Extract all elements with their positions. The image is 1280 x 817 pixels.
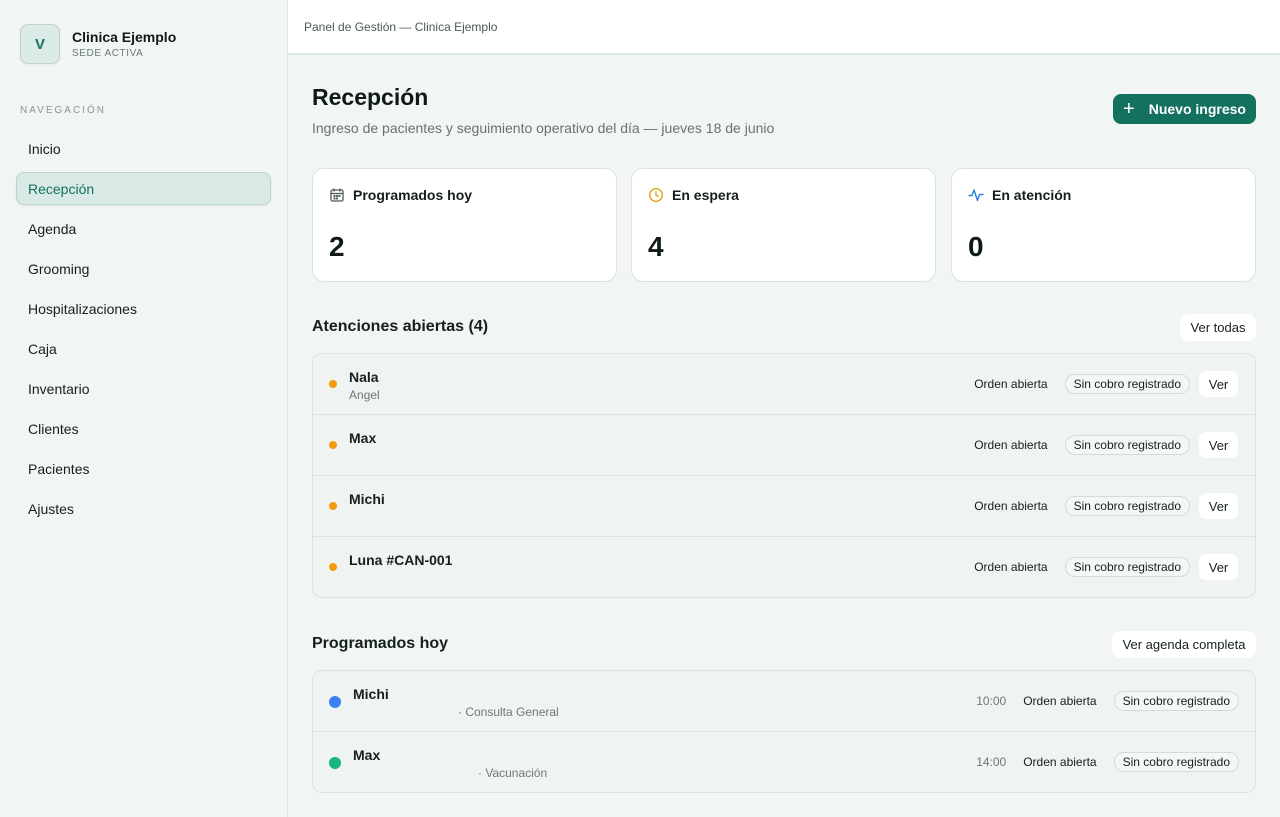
list-item[interactable]: Luna #CAN-001 Orden abierta Sin cobro re… bbox=[313, 537, 1255, 597]
view-button[interactable]: Ver bbox=[1199, 493, 1238, 519]
service-name: · Vacunación bbox=[478, 766, 548, 780]
status-dot bbox=[329, 502, 337, 510]
stat-header: En atención bbox=[968, 187, 1071, 203]
open-care-list: Nala Angel Orden abierta Sin cobro regis… bbox=[312, 353, 1256, 598]
billing-badge: Sin cobro registrado bbox=[1113, 691, 1239, 711]
sidebar-item-ajustes[interactable]: Ajustes bbox=[16, 492, 271, 525]
status-dot bbox=[329, 696, 341, 708]
stat-card-in-care: En atención 0 bbox=[951, 168, 1256, 282]
new-admission-button[interactable]: + Nuevo ingreso bbox=[1113, 94, 1256, 124]
patient-name: Nala bbox=[349, 369, 379, 385]
patient-name: Michi bbox=[353, 686, 389, 702]
list-item[interactable]: Max · Vacunación 14:00 Orden abierta Sin… bbox=[313, 732, 1255, 792]
brand-name: Clinica Ejemplo bbox=[72, 29, 177, 45]
patient-name: Michi bbox=[349, 491, 385, 507]
sidebar: V Clinica Ejemplo SEDE ACTIVA NAVEGACIÓN… bbox=[0, 0, 288, 817]
stat-label: En espera bbox=[672, 187, 739, 203]
row-details: 14:00 Orden abierta Sin cobro registrado bbox=[976, 752, 1239, 772]
sidebar-item-inventario[interactable]: Inventario bbox=[16, 372, 271, 405]
billing-badge: Sin cobro registrado bbox=[1064, 435, 1190, 455]
sidebar-item-agenda[interactable]: Agenda bbox=[16, 212, 271, 245]
sidebar-item-caja[interactable]: Caja bbox=[16, 332, 271, 365]
order-status: Orden abierta bbox=[974, 499, 1048, 513]
row-actions: Orden abierta Sin cobro registrado Ver bbox=[974, 371, 1238, 397]
open-care-title: Atenciones abiertas (4) bbox=[312, 318, 489, 335]
patient-name: Luna #CAN-001 bbox=[349, 552, 453, 568]
status-dot bbox=[329, 563, 337, 571]
appointment-time: 10:00 bbox=[976, 694, 1007, 708]
sidebar-nav: Inicio Recepción Agenda Grooming Hospita… bbox=[16, 132, 271, 532]
plus-icon: + bbox=[1123, 98, 1135, 120]
row-actions: Orden abierta Sin cobro registrado Ver bbox=[974, 432, 1238, 458]
scheduled-title: Programados hoy bbox=[312, 635, 449, 652]
order-status: Orden abierta bbox=[974, 438, 1048, 452]
calendar-icon bbox=[330, 188, 344, 202]
status-dot bbox=[329, 441, 337, 449]
page-title: Recepción bbox=[312, 84, 429, 110]
view-button[interactable]: Ver bbox=[1199, 554, 1238, 580]
billing-badge: Sin cobro registrado bbox=[1064, 496, 1190, 516]
stat-label: Programados hoy bbox=[353, 187, 473, 203]
stat-value: 2 bbox=[329, 231, 345, 262]
topbar: Panel de Gestión — Clinica Ejemplo bbox=[288, 0, 1280, 55]
row-actions: Orden abierta Sin cobro registrado Ver bbox=[974, 554, 1238, 580]
sidebar-item-recepcion[interactable]: Recepción bbox=[16, 172, 271, 205]
sidebar-item-hospitalizaciones[interactable]: Hospitalizaciones bbox=[16, 292, 271, 325]
brand-avatar: V bbox=[20, 24, 60, 64]
page-subtitle: Ingreso de pacientes y seguimiento opera… bbox=[312, 120, 775, 136]
appointment-time: 14:00 bbox=[976, 755, 1007, 769]
breadcrumb: Panel de Gestión — Clinica Ejemplo bbox=[304, 19, 498, 34]
stats-row: Programados hoy 2 En espera 4 En atenció… bbox=[312, 168, 1256, 282]
brand-subtitle: SEDE ACTIVA bbox=[72, 48, 144, 59]
stat-card-scheduled: Programados hoy 2 bbox=[312, 168, 617, 282]
view-full-agenda-button[interactable]: Ver agenda completa bbox=[1112, 631, 1256, 658]
status-dot bbox=[329, 757, 341, 769]
stat-header: En espera bbox=[648, 187, 739, 203]
activity-icon bbox=[968, 189, 984, 202]
list-item[interactable]: Michi · Consulta General 10:00 Orden abi… bbox=[313, 671, 1255, 732]
nav-section-title: NAVEGACIÓN bbox=[20, 105, 106, 116]
row-actions: Orden abierta Sin cobro registrado Ver bbox=[974, 493, 1238, 519]
order-status: Orden abierta bbox=[1023, 755, 1097, 769]
service-name: · Consulta General bbox=[458, 705, 559, 719]
billing-badge: Sin cobro registrado bbox=[1064, 557, 1190, 577]
stat-header: Programados hoy bbox=[329, 187, 472, 203]
stat-card-waiting: En espera 4 bbox=[631, 168, 936, 282]
sidebar-item-pacientes[interactable]: Pacientes bbox=[16, 452, 271, 485]
view-all-button[interactable]: Ver todas bbox=[1180, 314, 1256, 341]
sidebar-item-grooming[interactable]: Grooming bbox=[16, 252, 271, 285]
list-item[interactable]: Michi Orden abierta Sin cobro registrado… bbox=[313, 476, 1255, 537]
patient-name: Max bbox=[349, 430, 377, 446]
patient-name: Max bbox=[353, 747, 381, 763]
order-status: Orden abierta bbox=[974, 560, 1048, 574]
sidebar-item-inicio[interactable]: Inicio bbox=[16, 132, 271, 165]
stat-value: 4 bbox=[648, 231, 664, 262]
order-status: Orden abierta bbox=[1023, 694, 1097, 708]
billing-badge: Sin cobro registrado bbox=[1064, 374, 1190, 394]
stat-value: 0 bbox=[968, 231, 984, 262]
scheduled-list: Michi · Consulta General 10:00 Orden abi… bbox=[312, 670, 1256, 793]
owner-name: Angel bbox=[349, 388, 380, 402]
billing-badge: Sin cobro registrado bbox=[1113, 752, 1239, 772]
row-details: 10:00 Orden abierta Sin cobro registrado bbox=[976, 691, 1239, 711]
brand[interactable]: V Clinica Ejemplo SEDE ACTIVA bbox=[20, 24, 176, 64]
list-item[interactable]: Nala Angel Orden abierta Sin cobro regis… bbox=[313, 354, 1255, 415]
order-status: Orden abierta bbox=[974, 377, 1048, 391]
view-button[interactable]: Ver bbox=[1199, 371, 1238, 397]
status-dot bbox=[329, 380, 337, 388]
sidebar-item-clientes[interactable]: Clientes bbox=[16, 412, 271, 445]
list-item[interactable]: Max Orden abierta Sin cobro registrado V… bbox=[313, 415, 1255, 476]
clock-icon bbox=[648, 187, 664, 203]
view-button[interactable]: Ver bbox=[1199, 432, 1238, 458]
stat-label: En atención bbox=[992, 187, 1072, 203]
new-admission-label: Nuevo ingreso bbox=[1148, 101, 1246, 117]
brand-text: Clinica Ejemplo SEDE ACTIVA bbox=[72, 29, 176, 59]
